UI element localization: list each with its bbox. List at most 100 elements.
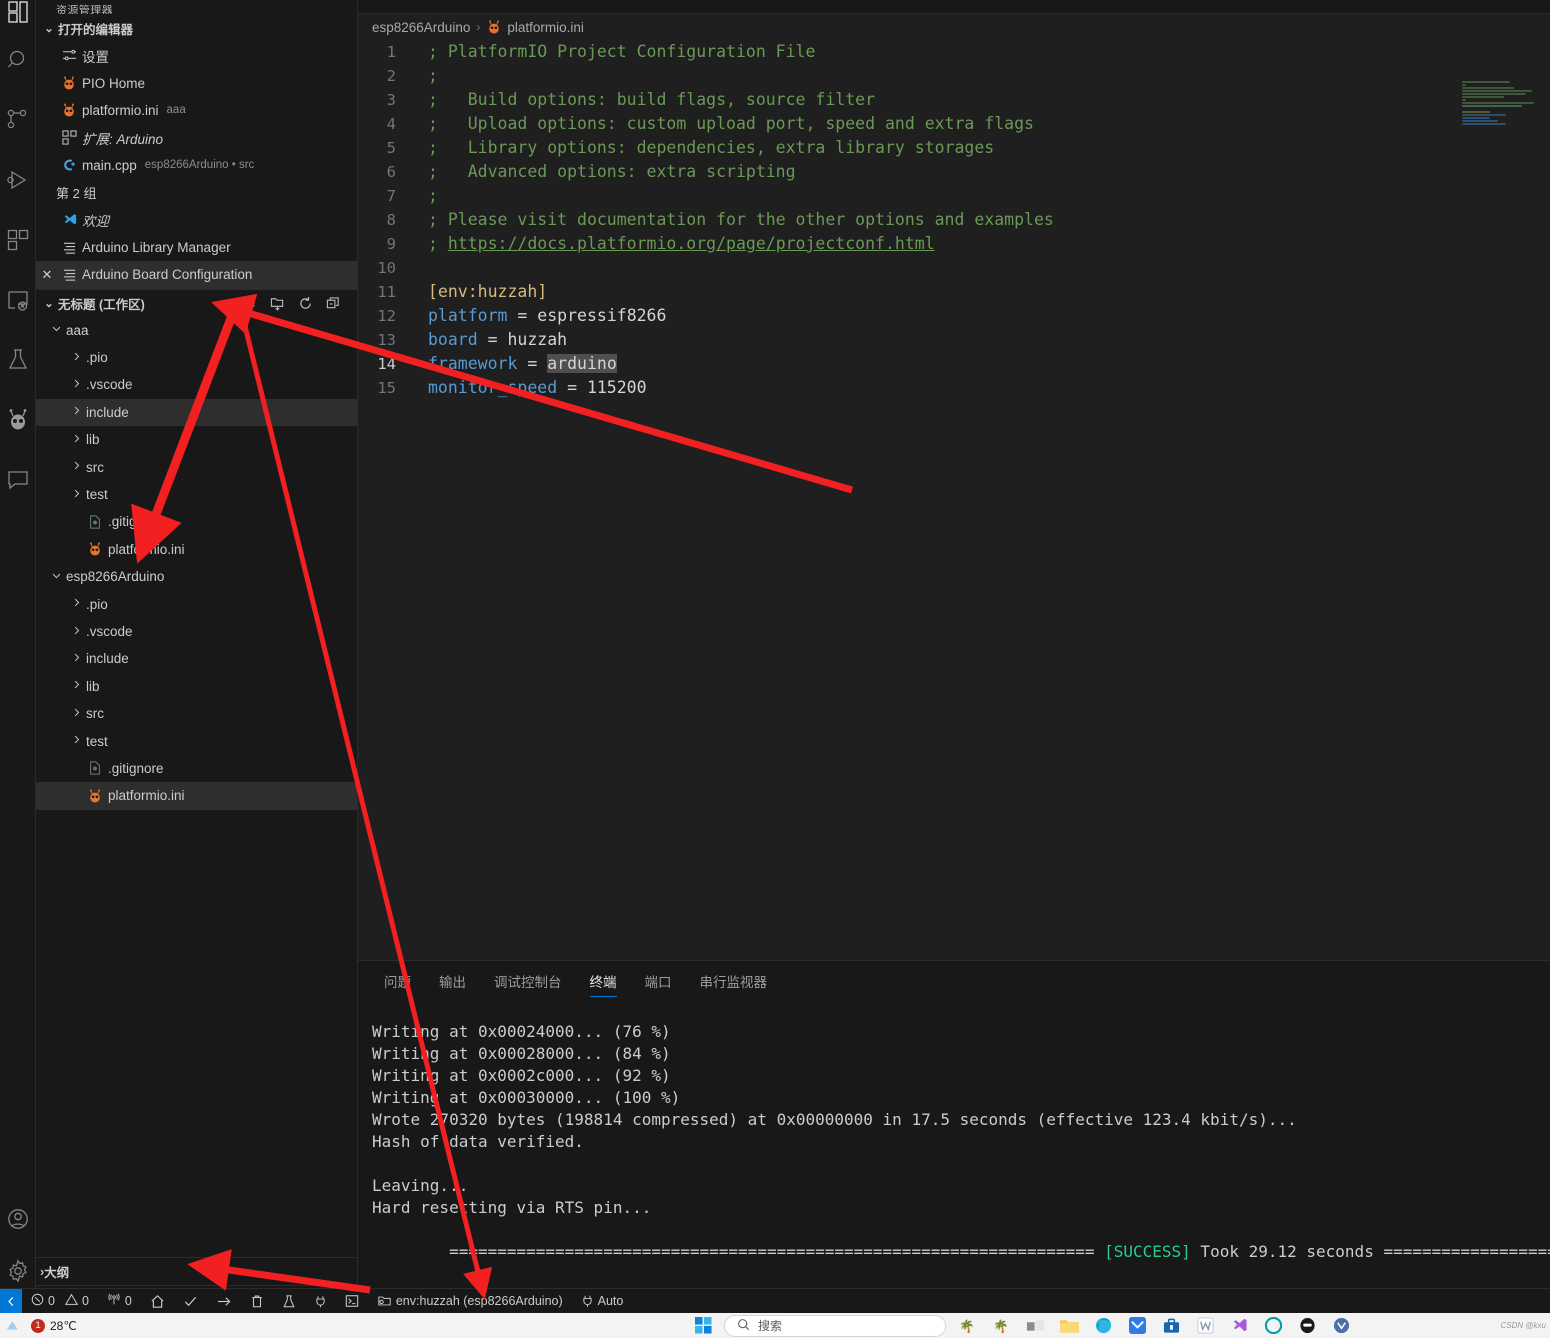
ports-status[interactable]: 0 [98,1289,141,1314]
tree-item-dot-pio[interactable]: .pio [36,344,357,371]
tree-item-test[interactable]: test [36,727,357,754]
new-file-icon[interactable] [242,296,257,311]
mail-icon[interactable] [1124,1315,1150,1337]
panel-tab-调试控制台[interactable]: 调试控制台 [480,961,576,1003]
tree-item-lib[interactable]: lib [36,673,357,700]
minimap[interactable] [1456,80,1548,142]
pio-port-selector[interactable]: Auto [572,1289,633,1314]
chevron-right-icon[interactable] [68,707,84,721]
outline-section-header[interactable]: › 大纲 [36,1257,357,1285]
task-view-icon[interactable] [1022,1315,1048,1337]
pio-build-button[interactable] [174,1289,207,1314]
word-icon[interactable] [1192,1315,1218,1337]
tree-item-test[interactable]: test [36,481,357,508]
open-editors-header[interactable]: ⌄ 打开的编辑器 [36,14,357,42]
panel-tab-输出[interactable]: 输出 [425,961,480,1003]
activity-search-icon[interactable] [0,30,36,90]
open-editor-item-welcome[interactable]: 欢迎 [36,206,357,233]
close-icon[interactable]: ✕ [36,267,58,283]
open-editor-item-arduino-board-configuration[interactable]: ✕ Arduino Board Configuration [36,261,357,289]
panel-tab-串行监视器[interactable]: 串行监视器 [686,961,782,1003]
activity-run-debug-icon[interactable] [0,150,36,210]
remote-window-icon[interactable] [0,1288,22,1314]
refresh-icon[interactable] [298,296,313,311]
open-editor-item-pio-home[interactable]: PIO Home [36,69,357,96]
file-explorer-icon[interactable] [1056,1315,1082,1337]
arduino-ide-icon[interactable] [1260,1315,1286,1337]
chevron-down-icon[interactable] [48,570,64,584]
vscode-insiders-icon[interactable] [1226,1315,1252,1337]
problems-status[interactable]: 0 0 [22,1289,98,1314]
tree-item-dot-gitignore[interactable]: .gitignore [36,755,357,782]
pio-env-selector[interactable]: env:huzzah (esp8266Arduino) [368,1289,572,1314]
activity-platformio-icon[interactable] [0,390,36,450]
tree-item-esp8266Arduino[interactable]: esp8266Arduino [36,563,357,590]
breadcrumb-project[interactable]: esp8266Arduino [372,20,470,35]
panel-tab-问题[interactable]: 问题 [370,961,425,1003]
chevron-right-icon[interactable] [68,652,84,666]
taskbar-search-box[interactable]: 搜索 [724,1314,946,1337]
terminal-output[interactable]: Writing at 0x00024000... (76 %) Writing a… [358,1003,1550,1219]
tree-item-lib[interactable]: lib [36,426,357,453]
store-icon[interactable] [1158,1315,1184,1337]
tree-item-dot-vscode[interactable]: .vscode [36,371,357,398]
chevron-right-icon[interactable] [68,378,84,392]
chevron-right-icon[interactable] [68,488,84,502]
open-editor-item-platformio-ini-aaa[interactable]: platformio.ini aaa [36,97,357,124]
pio-test-button[interactable] [273,1289,305,1314]
panel-tab-终端[interactable]: 终端 [576,961,631,1003]
activity-chat-icon[interactable] [0,450,36,510]
pio-upload-button[interactable] [207,1289,241,1314]
activity-testing-icon[interactable] [0,330,36,390]
pio-clean-button[interactable] [241,1289,273,1314]
chevron-right-icon[interactable] [68,625,84,639]
weather-widget[interactable]: 1 28℃ [0,1316,77,1335]
tree-item-platformio.ini[interactable]: platformio.ini [36,782,357,810]
sidebar: 资源管理器 ⌄ 打开的编辑器 设置 PIO Home platformio.in… [36,0,358,1313]
chevron-right-icon[interactable] [68,679,84,693]
chevron-right-icon[interactable] [68,405,84,419]
tree-item-include[interactable]: include [36,398,357,427]
chevron-right-icon[interactable] [68,433,84,447]
tree-item-src[interactable]: src [36,700,357,727]
qq-icon[interactable] [1294,1315,1320,1337]
start-windows-icon[interactable] [690,1315,716,1337]
widgets-icon[interactable]: 🌴 [954,1315,980,1337]
workspace-header[interactable]: ⌄ 无标题 (工作区) [36,288,357,317]
tree-item-aaa[interactable]: aaa [36,317,357,344]
collapse-all-icon[interactable] [326,296,341,311]
chevron-right-icon[interactable] [68,734,84,748]
activity-explorer-icon[interactable] [0,0,36,30]
activity-source-control-icon[interactable] [0,90,36,150]
edge-icon[interactable] [1090,1315,1116,1337]
chevron-right-icon[interactable] [68,460,84,474]
wechat-icon[interactable] [1328,1315,1354,1337]
open-editor-item-settings[interactable]: 设置 [36,42,357,69]
activity-extensions-icon[interactable] [0,210,36,270]
tree-item-platformio.ini[interactable]: platformio.ini [36,536,357,563]
tree-item-include[interactable]: include [36,645,357,672]
pio-home-button[interactable] [141,1289,174,1314]
pio-new-terminal-button[interactable] [336,1289,368,1314]
copilot-icon[interactable]: 🌴 [988,1315,1014,1337]
open-editor-item-extension-arduino[interactable]: 扩展: Arduino [36,124,357,151]
tree-item-src[interactable]: src [36,453,357,480]
watermark: CSDN @kxu [1500,1321,1546,1330]
breadcrumb-file[interactable]: platformio.ini [486,19,584,35]
activity-remote-explorer-icon[interactable] [0,270,36,330]
code-editor[interactable]: 1 ; PlatformIO Project Configuration File… [358,40,1550,960]
tree-item-dot-pio[interactable]: .pio [36,590,357,617]
tree-item-dot-gitignore[interactable]: .gitignore [36,508,357,535]
chevron-down-icon[interactable] [48,323,64,337]
open-editor-item-arduino-library-manager[interactable]: Arduino Library Manager [36,234,357,261]
open-editor-item-main-cpp[interactable]: main.cpp esp8266Arduino • src [36,152,357,179]
chevron-right-icon[interactable] [68,351,84,365]
panel-tab-端口[interactable]: 端口 [631,961,686,1003]
tree-item-dot-vscode[interactable]: .vscode [36,618,357,645]
activity-account-icon[interactable] [0,1193,36,1245]
pio-serial-monitor-button[interactable] [305,1289,336,1314]
chevron-right-icon: › [476,20,481,34]
chevron-right-icon[interactable] [68,597,84,611]
new-folder-icon[interactable] [270,296,285,311]
